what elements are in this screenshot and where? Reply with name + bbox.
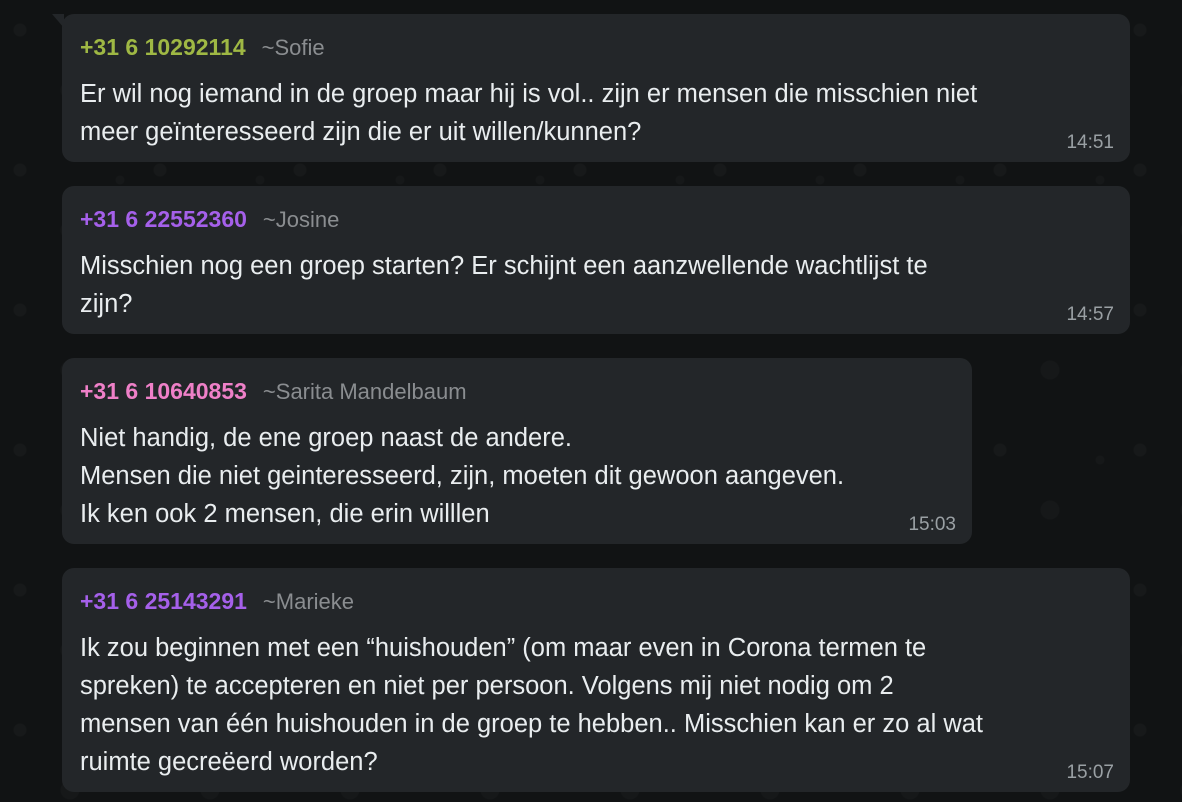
sender-phone[interactable]: +31 6 25143291 bbox=[80, 586, 247, 616]
sender-name: ~Sarita Mandelbaum bbox=[262, 379, 467, 404]
message-time: 15:03 bbox=[908, 514, 956, 535]
message-time: 14:57 bbox=[1066, 304, 1114, 325]
message-text: Er wil nog iemand in de groep maar hij i… bbox=[80, 80, 978, 146]
message-sender: +31 6 22552360 ~Josine bbox=[80, 204, 1112, 235]
message-bubble[interactable]: +31 6 10292114 ~Sofie Er wil nog iemand … bbox=[52, 14, 1130, 162]
message-text: Ik zou beginnen met een “huishouden” (om… bbox=[80, 634, 984, 776]
message-time: 15:07 bbox=[1066, 762, 1114, 783]
message-sender: +31 6 25143291 ~Marieke bbox=[80, 586, 1112, 617]
sender-phone[interactable]: +31 6 22552360 bbox=[80, 204, 247, 234]
sender-phone[interactable]: +31 6 10640853 bbox=[80, 376, 247, 406]
chat-pane: +31 6 10292114 ~Sofie Er wil nog iemand … bbox=[0, 0, 1182, 802]
message-text: Niet handig, de ene groep naast de ander… bbox=[80, 424, 845, 528]
message-sender: +31 6 10640853 ~Sarita Mandelbaum bbox=[80, 376, 954, 407]
sender-name: ~Josine bbox=[262, 207, 340, 232]
message-sender: +31 6 10292114 ~Sofie bbox=[80, 32, 1112, 63]
message-bubble[interactable]: +31 6 25143291 ~Marieke Ik zou beginnen … bbox=[62, 568, 1130, 792]
message-time: 14:51 bbox=[1066, 132, 1114, 153]
sender-name: ~Sofie bbox=[261, 35, 325, 60]
message-bubble[interactable]: +31 6 10640853 ~Sarita Mandelbaum Niet h… bbox=[62, 358, 972, 544]
message-text: Misschien nog een groep starten? Er schi… bbox=[80, 252, 928, 318]
message-bubble[interactable]: +31 6 22552360 ~Josine Misschien nog een… bbox=[62, 186, 1130, 334]
sender-name: ~Marieke bbox=[262, 589, 355, 614]
sender-phone[interactable]: +31 6 10292114 bbox=[80, 32, 246, 62]
